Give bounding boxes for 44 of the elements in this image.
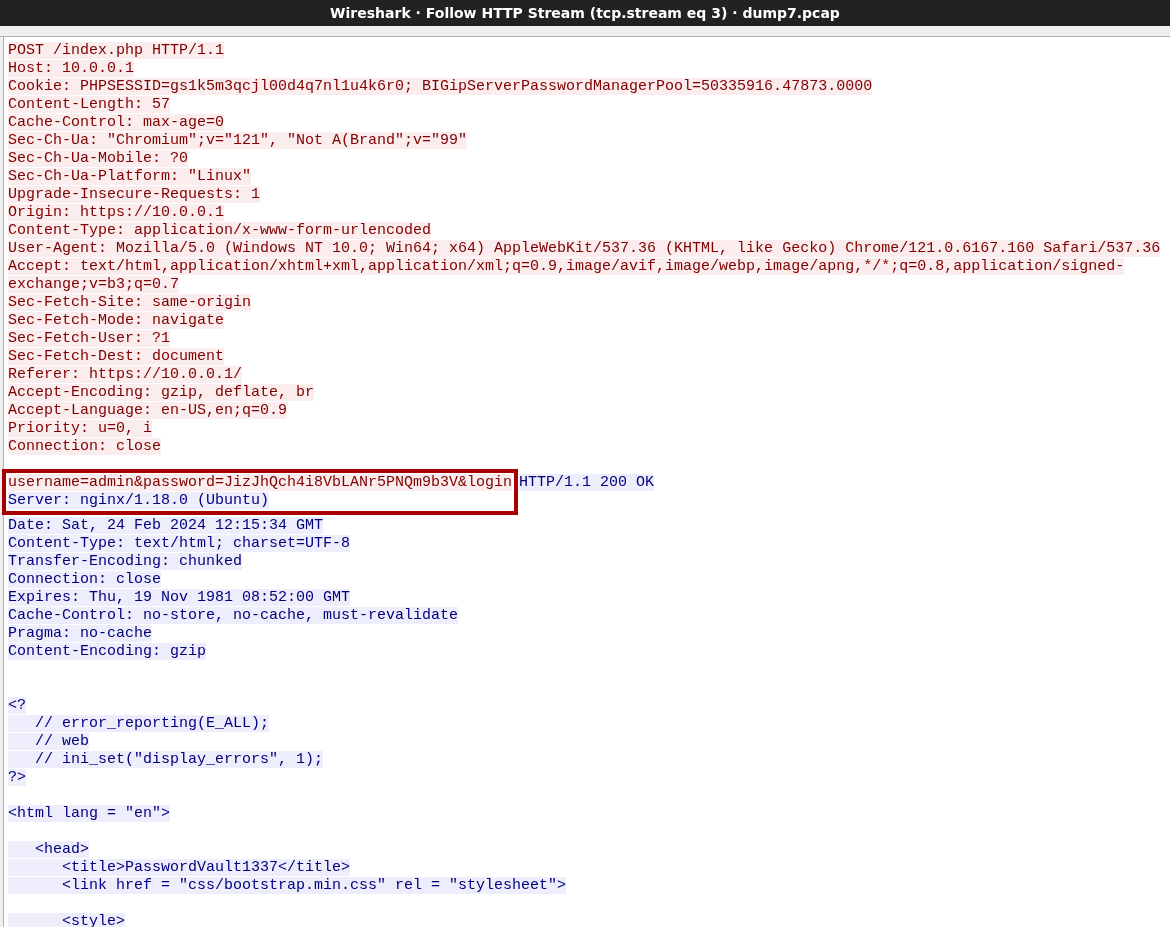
stream-text: Cache-Control: max-age=0	[8, 114, 225, 131]
stream-text: Cookie: PHPSESSID=gs1k5m3qcjl00d4q7nl1u4k6r0; BIGipServerPasswordManagerPool=50335916.47873.0000	[8, 78, 873, 95]
stream-text: Accept-Language: en-US,en;q=0.9	[8, 402, 288, 419]
stream-text: // ini_set("display_errors", 1);	[8, 751, 324, 768]
window-title: Wireshark · Follow HTTP Stream (tcp.stream eq 3) · dump7.pcap	[330, 5, 840, 21]
stream-text: // error_reporting(E_ALL);	[8, 715, 270, 732]
stream-text: Sec-Ch-Ua-Mobile: ?0	[8, 150, 189, 167]
stream-text: Sec-Fetch-Site: same-origin	[8, 294, 252, 311]
stream-text: Accept-Encoding: gzip, deflate, br	[8, 384, 315, 401]
stream-text: Connection: close	[8, 438, 162, 455]
stream-text: Content-Length: 57	[8, 96, 171, 113]
stream-text: <head>	[8, 841, 89, 858]
stream-text: exchange;v=b3;q=0.7	[8, 276, 180, 293]
stream-text: Sec-Ch-Ua-Platform: "Linux"	[8, 168, 252, 185]
stream-text: Connection: close	[8, 571, 162, 588]
stream-text: Sec-Fetch-Dest: document	[8, 348, 225, 365]
stream-text: Expires: Thu, 19 Nov 1981 08:52:00 GMT	[8, 589, 351, 606]
stream-text: Upgrade-Insecure-Requests: 1	[8, 186, 261, 203]
stream-text: ?>	[8, 769, 26, 786]
stream-text: Origin: https://10.0.0.1	[8, 204, 225, 221]
stream-text: Referer: https://10.0.0.1/	[8, 366, 243, 383]
stream-text: HTTP/1.1 200 OK	[519, 474, 655, 491]
stream-text: Content-Encoding: gzip	[8, 643, 207, 660]
stream-text: Host: 10.0.0.1	[8, 60, 135, 77]
stream-text: POST /index.php HTTP/1.1	[8, 42, 225, 59]
stream-text: Pragma: no-cache	[8, 625, 153, 642]
stream-text: User-Agent: Mozilla/5.0 (Windows NT 10.0; Win64; x64) AppleWebKit/537.36 (KHTML, like Gecko) Chrome/121.0.6167.160 Safari/537.36	[8, 240, 1161, 257]
stream-text: Content-Type: application/x-www-form-urlencoded	[8, 222, 432, 239]
stream-text: <?	[8, 697, 26, 714]
stream-text: Sec-Ch-Ua: "Chromium";v="121", "Not A(Brand";v="99"	[8, 132, 468, 149]
stream-text: // web	[8, 733, 89, 750]
stream-text: Sec-Fetch-Mode: navigate	[8, 312, 225, 329]
stream-text: <title>PasswordVault1337</title>	[8, 859, 351, 876]
stream-text: Date: Sat, 24 Feb 2024 12:15:34 GMT	[8, 517, 324, 534]
stream-text: <link href = "css/bootstrap.min.css" rel = "stylesheet">	[8, 877, 567, 894]
stream-text: username=admin&password=JizJhQch4i8VbLANr5PNQm9b3V&login	[8, 474, 513, 491]
stream-text: Server: nginx/1.18.0 (Ubuntu)	[8, 492, 270, 509]
stream-text: <html lang = "en">	[8, 805, 171, 822]
stream-text: Sec-Fetch-User: ?1	[8, 330, 171, 347]
stream-text: Priority: u=0, i	[8, 420, 153, 437]
stream-text: Cache-Control: no-store, no-cache, must-revalidate	[8, 607, 459, 624]
stream-text: Content-Type: text/html; charset=UTF-8	[8, 535, 351, 552]
stream-text: Accept: text/html,application/xhtml+xml,application/xml;q=0.9,image/avif,image/webp,image/apng,*/*;q=0.8,application/signed-	[8, 258, 1125, 275]
stream-text: Transfer-Encoding: chunked	[8, 553, 243, 570]
